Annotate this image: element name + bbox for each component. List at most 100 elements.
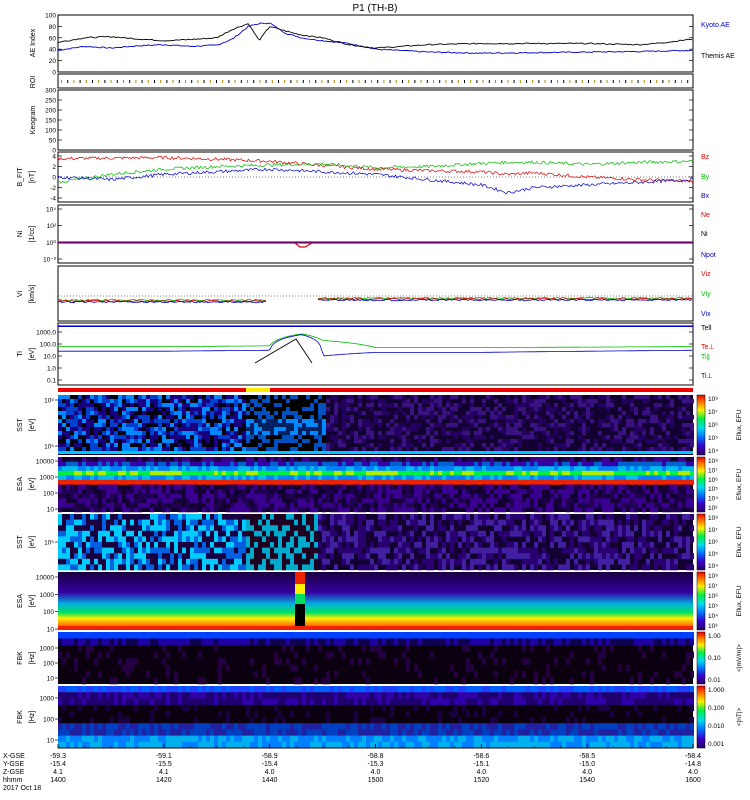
spec-cell: [270, 542, 274, 548]
spec-cell: [690, 470, 694, 476]
spec-cell: [282, 645, 286, 652]
spec-cell: [514, 553, 518, 560]
roi-mark: [154, 80, 155, 83]
spec-cell: [498, 489, 502, 494]
spec-cell: [222, 475, 226, 481]
spec-cell: [566, 439, 570, 444]
spec-cell: [510, 475, 514, 481]
spec-cell: [326, 427, 330, 432]
spec-cell: [178, 493, 182, 499]
spec-cell: [358, 423, 362, 428]
spec-cell: [466, 427, 470, 432]
spec-cell: [230, 519, 234, 526]
spec-cell: [542, 427, 546, 432]
spec-cell: [294, 651, 298, 659]
spec-cell: [394, 431, 398, 436]
spec-cell: [686, 466, 690, 472]
spec-cell: [490, 564, 494, 571]
spec-cell: [658, 423, 662, 428]
spec-cell: [470, 439, 474, 444]
spec-cell: [490, 484, 494, 490]
spec-cell: [246, 564, 250, 571]
spec-cell: [390, 403, 394, 408]
spec-cell: [138, 475, 142, 481]
spec-cell: [674, 519, 678, 526]
spec-cell: [298, 427, 302, 432]
spec-cell: [110, 519, 114, 526]
spec-cell: [634, 564, 638, 571]
roi-mark: [526, 80, 527, 83]
spec-cell: [166, 470, 170, 476]
spec-cell: [118, 415, 122, 420]
spec-cell: [674, 466, 678, 472]
spec-cell: [214, 427, 218, 432]
spec-cell: [506, 493, 510, 499]
spec-cell: [626, 484, 630, 490]
spec-cell: [370, 443, 374, 448]
spec-cell: [230, 466, 234, 472]
spec-cell: [602, 489, 606, 494]
spec-cell: [478, 558, 482, 565]
spec-cell: [586, 427, 590, 432]
spec-cell: [166, 443, 170, 448]
spec-cell: [610, 493, 614, 499]
spec-cell: [190, 466, 194, 472]
spec-cell: [294, 423, 298, 428]
spec-cell: [62, 536, 66, 543]
roi-mark: [240, 80, 242, 83]
spec-cell: [194, 395, 198, 400]
spec-cell: [210, 632, 214, 639]
spec-cell: [258, 475, 262, 481]
spec-cell: [210, 415, 214, 420]
spec-cell: [94, 479, 98, 485]
spec-cell: [366, 519, 370, 526]
spec-cell: [550, 514, 554, 520]
spec-cell: [438, 558, 442, 565]
spec-cell: [122, 664, 126, 672]
spec-cell: [194, 498, 198, 504]
spec-cell: [654, 507, 658, 513]
spec-cell: [98, 470, 102, 476]
spec-cell: [186, 475, 190, 481]
spec-cell: [270, 466, 274, 472]
roi-mark: [253, 80, 255, 83]
spec-cell: [422, 479, 426, 485]
spec-cell: [482, 514, 486, 520]
spec-cell: [222, 461, 226, 467]
spec-cell: [186, 443, 190, 448]
spec-cell: [310, 530, 314, 537]
spec-cell: [558, 466, 562, 472]
roi-mark: [123, 80, 124, 83]
y-tick-label: 80: [49, 24, 57, 31]
spec-cell: [266, 431, 270, 436]
spec-cell: [242, 403, 246, 408]
spec-cell: [418, 411, 422, 416]
sst-ion-spectrogram: SST [eV]: [17, 395, 694, 455]
spec-cell: [506, 542, 510, 548]
spec-cell: [666, 470, 670, 476]
spec-cell: [670, 564, 674, 571]
spec-cell: [290, 519, 294, 526]
spec-cell: [674, 435, 678, 440]
spec-cell: [306, 439, 310, 444]
spec-cell: [454, 632, 458, 639]
spec-cell: [450, 395, 454, 400]
spec-cell: [354, 493, 358, 499]
roi-mark: [488, 80, 490, 83]
spec-cell: [98, 419, 102, 424]
spec-cell: [422, 502, 426, 508]
spec-cell: [170, 470, 174, 476]
spec-cell: [506, 427, 510, 432]
spec-cell: [370, 638, 374, 646]
spec-cell: [162, 403, 166, 408]
spec-cell: [518, 431, 522, 436]
spec-cell: [202, 484, 206, 490]
spec-cell: [66, 431, 70, 436]
spec-cell: [78, 542, 82, 548]
spec-cell: [226, 395, 230, 400]
spec-cell: [442, 542, 446, 548]
spec-cell: [502, 519, 506, 526]
spec-cell: [546, 470, 550, 476]
spec-cell: [498, 461, 502, 467]
spec-cell: [102, 399, 106, 404]
